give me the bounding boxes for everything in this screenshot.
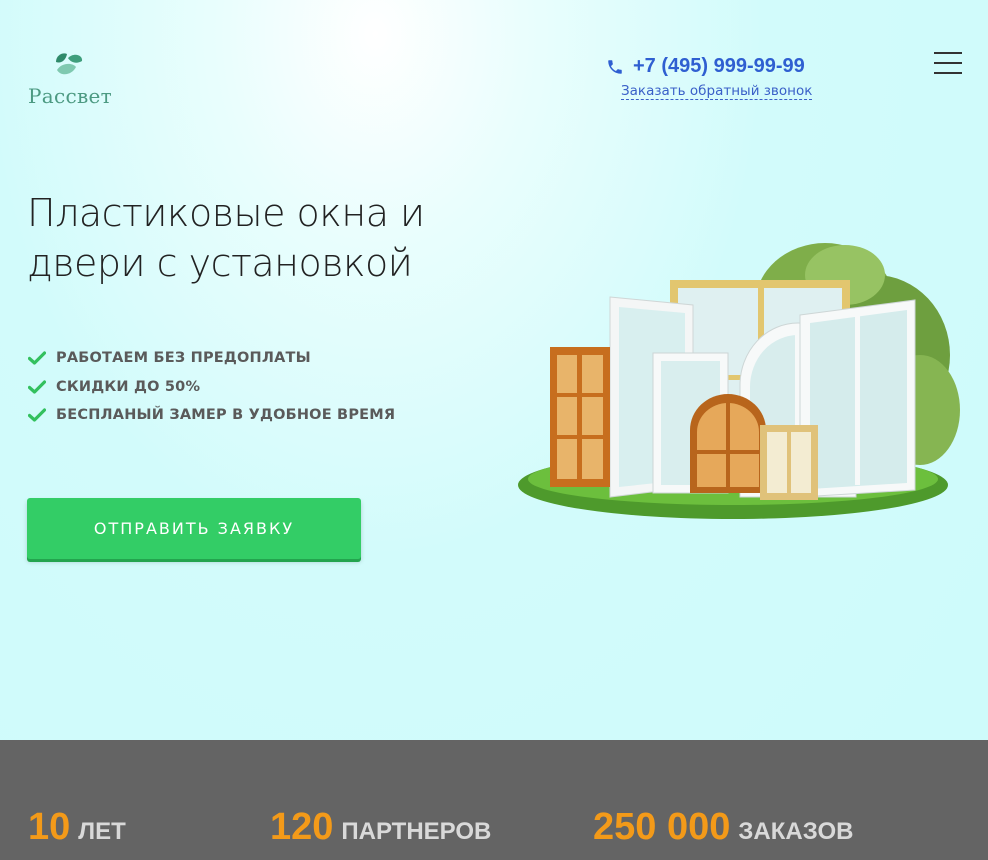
window-small-light-wood <box>760 425 818 500</box>
stat-value: 250 000 <box>593 806 731 848</box>
stat-label: ПАРТНЕРОВ <box>341 818 492 845</box>
menu-line <box>934 62 962 64</box>
menu-line <box>934 72 962 74</box>
callback-link[interactable]: Заказать обратный звонок <box>621 83 813 100</box>
hero-section: Рассвет +7 (495) 999-99-99 Заказать обра… <box>0 0 988 740</box>
benefit-text: РАБОТАЕМ БЕЗ ПРЕДОПЛАТЫ <box>56 350 311 367</box>
stat-item: 10 ЛЕТ <box>28 806 126 849</box>
stats-section: 10 ЛЕТ 120 ПАРТНЕРОВ 250 000 ЗАКАЗОВ <box>0 740 988 860</box>
check-icon <box>28 351 46 365</box>
benefit-item: БЕСПЛАНЫЙ ЗАМЕР В УДОБНОЕ ВРЕМЯ <box>28 401 395 430</box>
menu-line <box>934 52 962 54</box>
submit-request-button[interactable]: ОТПРАВИТЬ ЗАЯВКУ <box>27 498 361 559</box>
window-small-arched-wood <box>690 394 766 493</box>
logo[interactable]: Рассвет <box>28 52 118 108</box>
stat-value: 120 <box>270 806 334 848</box>
windows-illustration <box>518 243 960 519</box>
benefit-text: БЕСПЛАНЫЙ ЗАМЕР В УДОБНОЕ ВРЕМЯ <box>56 407 396 424</box>
stat-label: ЗАКАЗОВ <box>738 818 854 845</box>
benefit-item: РАБОТАЕМ БЕЗ ПРЕДОПЛАТЫ <box>28 344 395 373</box>
benefit-text: СКИДКИ ДО 50% <box>56 378 201 395</box>
page-title: Пластиковые окна и двери с установкой <box>27 191 425 285</box>
check-icon <box>28 380 46 394</box>
leaf-logo-icon <box>56 53 83 75</box>
phone-icon <box>608 59 622 74</box>
benefits-list: РАБОТАЕМ БЕЗ ПРЕДОПЛАТЫ СКИДКИ ДО 50% БЕ… <box>28 344 395 430</box>
stat-label: ЛЕТ <box>78 818 126 845</box>
stat-value: 10 <box>28 806 71 848</box>
phone-block[interactable]: +7 (495) 999-99-99 <box>606 55 805 78</box>
benefit-item: СКИДКИ ДО 50% <box>28 373 395 402</box>
phone-number[interactable]: +7 (495) 999-99-99 <box>633 55 805 78</box>
stat-item: 250 000 ЗАКАЗОВ <box>593 806 853 849</box>
check-icon <box>28 408 46 422</box>
stat-item: 120 ПАРТНЕРОВ <box>270 806 491 849</box>
logo-text: Рассвет <box>28 84 113 108</box>
hamburger-menu-icon[interactable] <box>934 52 962 74</box>
window-dark-wood <box>550 347 610 487</box>
